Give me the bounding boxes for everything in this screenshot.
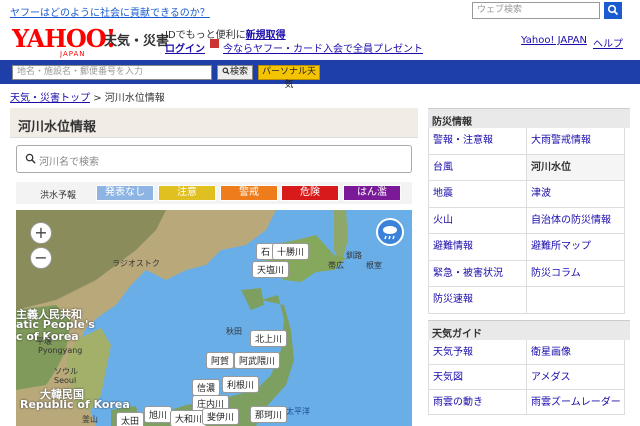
legend-none: 発表なし xyxy=(96,185,154,201)
menu-river-level[interactable]: 河川水位 xyxy=(527,154,625,181)
legend-flood: はん濫 xyxy=(343,185,401,201)
help-link[interactable]: ヘルプ xyxy=(593,35,623,50)
social-contribution-link[interactable]: ヤフーはどのように社会に貢献できるのか？ xyxy=(10,4,210,19)
breadcrumb-home-link[interactable]: 天気・災害トップ xyxy=(10,93,90,104)
map-place: ラジオストク xyxy=(112,259,160,268)
zoom-out-button[interactable]: − xyxy=(30,247,52,269)
id-promo: IDでもっと便利に新規取得 xyxy=(165,26,286,41)
search-button-label: 検索 xyxy=(229,67,248,77)
menu-warnings[interactable]: 警報・注意報 xyxy=(429,128,527,155)
river-marker[interactable]: 太田 xyxy=(116,412,145,426)
legend-warning: 警戒 xyxy=(220,185,278,201)
weather-guide-menu: 天気予報 衛星画像 天気図 アメダス 雨雲の動き 雨雲ズームレーダー xyxy=(428,339,630,415)
menu-rain-cloud[interactable]: 雨雲の動き xyxy=(429,389,527,415)
zoom-in-button[interactable]: + xyxy=(30,222,52,244)
main-title-bar: 河川水位情報 xyxy=(10,108,418,138)
menu-empty-cell xyxy=(527,287,625,314)
map-place: 帯広 xyxy=(328,261,344,270)
menu-amedas[interactable]: アメダス xyxy=(527,364,625,390)
search-icon xyxy=(222,67,230,75)
yahoo-logo-sub: JAPAN xyxy=(60,50,86,58)
menu-damage-status[interactable]: 緊急・被害状況 xyxy=(429,260,527,287)
menu-satellite[interactable]: 衛星画像 xyxy=(527,339,625,365)
river-marker[interactable]: 利根川 xyxy=(222,376,260,393)
card-promo-link[interactable]: 今ならヤフー・カード入会で全員プレゼント xyxy=(210,40,423,55)
personal-weather-button[interactable]: パーソナル天気 xyxy=(258,65,320,90)
map-place: 太平洋 xyxy=(286,407,310,416)
river-marker[interactable]: 北上川 xyxy=(250,330,288,347)
card-promo-text: 今ならヤフー・カード入会で全員プレゼント xyxy=(223,44,423,55)
river-marker[interactable]: 那珂川 xyxy=(250,406,288,423)
river-marker[interactable]: 阿賀 xyxy=(206,352,235,369)
menu-heavy-rain[interactable]: 大雨警戒情報 xyxy=(527,128,625,155)
web-search-button[interactable] xyxy=(604,2,622,19)
menu-municipal-info[interactable]: 自治体の防災情報 xyxy=(527,207,625,234)
menu-earthquake[interactable]: 地震 xyxy=(429,181,527,208)
menu-disaster-alerts[interactable]: 防災速報 xyxy=(429,287,527,314)
river-search-placeholder: 河川名で検索 xyxy=(39,157,99,168)
menu-evacuation-info[interactable]: 避難情報 xyxy=(429,234,527,261)
breadcrumb-current: 河川水位情報 xyxy=(104,93,165,104)
rain-cloud-icon xyxy=(383,226,397,240)
flood-forecast-legend: 洪水予報 発表なし 注意 警戒 危険 はん濫 xyxy=(16,182,412,204)
menu-rain-radar[interactable]: 雨雲ズームレーダー xyxy=(527,389,625,415)
search-icon xyxy=(607,4,619,16)
legend-caution: 注意 xyxy=(158,185,216,201)
page-title: 河川水位情報 xyxy=(18,120,97,135)
search-icon xyxy=(25,153,36,164)
search-button[interactable]: 検索 xyxy=(217,65,253,80)
menu-volcano[interactable]: 火山 xyxy=(429,207,527,234)
map-place: Republic of Korea xyxy=(20,398,130,411)
place-search-input[interactable]: 地名・施設名・郵便番号を入力 xyxy=(12,65,212,80)
menu-disaster-column[interactable]: 防災コラム xyxy=(527,260,625,287)
river-marker[interactable]: 天塩川 xyxy=(252,261,290,278)
river-level-map[interactable]: + − ラジオストク 主義人民共和 atic People's c of Kor… xyxy=(16,210,412,426)
map-place: Seoul xyxy=(54,376,77,385)
breadcrumb: 天気・災害トップ > 河川水位情報 xyxy=(10,89,165,104)
right-sidebar: 防災情報 警報・注意報 大雨警戒情報 台風 河川水位 地震 津波 火山 自治体の… xyxy=(428,108,630,415)
web-search-input[interactable]: ウェブ検索 xyxy=(472,2,600,19)
river-marker[interactable]: 旭川 xyxy=(144,406,173,423)
legend-title: 洪水予報 xyxy=(40,191,77,201)
search-bar: 地名・施設名・郵便番号を入力 検索 パーソナル天気 xyxy=(0,60,640,90)
top-bar: ヤフーはどのように社会に貢献できるのか？ ウェブ検索 xyxy=(0,0,640,22)
disaster-info-menu: 警報・注意報 大雨警戒情報 台風 河川水位 地震 津波 火山 自治体の防災情報 … xyxy=(428,128,630,314)
menu-typhoon[interactable]: 台風 xyxy=(429,154,527,181)
menu-tsunami[interactable]: 津波 xyxy=(527,181,625,208)
map-place: Pyongyang xyxy=(38,346,83,355)
river-marker[interactable]: 斐伊川 xyxy=(202,408,240,425)
disaster-info-heading: 防災情報 xyxy=(428,108,630,128)
menu-shelter-map[interactable]: 避難所マップ xyxy=(527,234,625,261)
site-header: YAHOO! JAPAN 天気・災害 IDでもっと便利に新規取得 ログイン 今な… xyxy=(0,22,640,60)
menu-forecast[interactable]: 天気予報 xyxy=(429,339,527,365)
weather-guide-heading: 天気ガイド xyxy=(428,319,630,340)
menu-weather-map[interactable]: 天気図 xyxy=(429,364,527,390)
river-marker[interactable]: 十勝川 xyxy=(272,243,310,260)
login-link[interactable]: ログイン xyxy=(165,40,205,55)
legend-danger: 危険 xyxy=(281,185,339,201)
site-name[interactable]: 天気・災害 xyxy=(104,30,169,49)
yahoo-logo[interactable]: YAHOO! xyxy=(12,24,116,53)
river-search-input[interactable]: 河川名で検索 xyxy=(16,145,412,173)
map-place: 根室 xyxy=(366,261,382,270)
river-marker[interactable]: 信濃 xyxy=(192,379,221,396)
yahoo-japan-link[interactable]: Yahoo! JAPAN xyxy=(521,35,587,46)
map-place: 釧路 xyxy=(346,251,362,260)
map-place: 釜山 xyxy=(82,415,98,424)
breadcrumb-separator: > xyxy=(93,93,102,104)
rain-cloud-toggle[interactable] xyxy=(376,218,404,246)
river-marker[interactable]: 阿武隈川 xyxy=(234,352,281,369)
map-place: 秋田 xyxy=(226,327,242,336)
